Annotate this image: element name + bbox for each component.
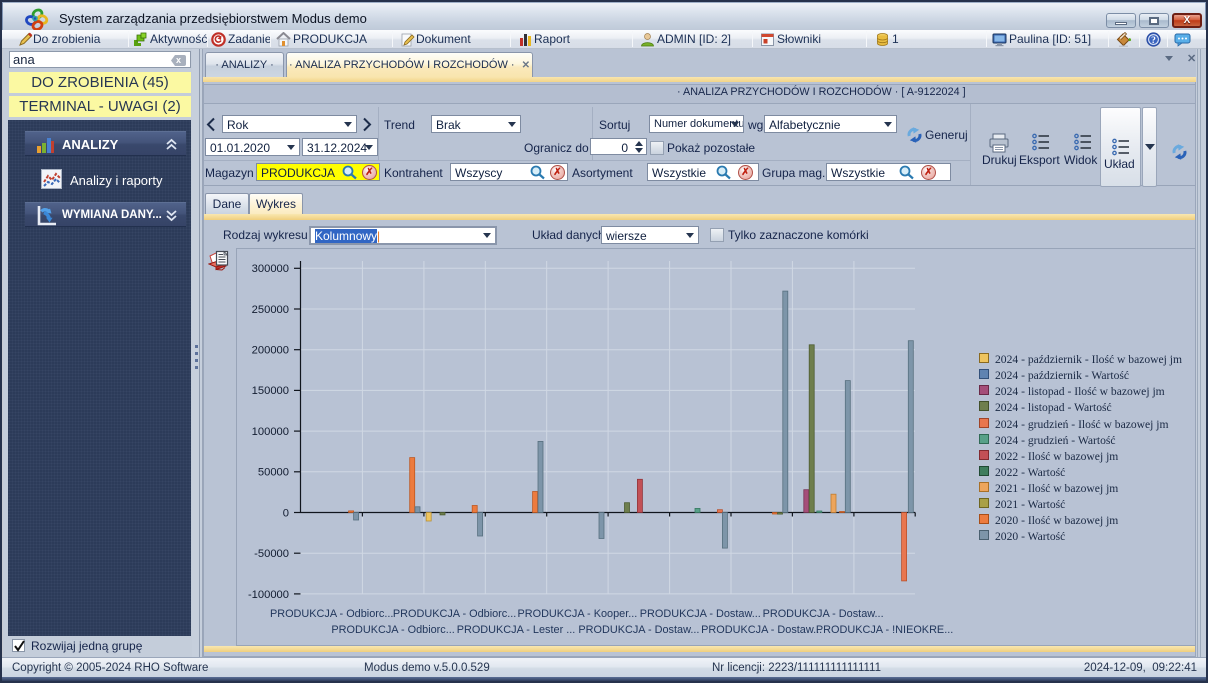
svg-text:250000: 250000 xyxy=(252,304,289,316)
svg-text:150000: 150000 xyxy=(252,385,289,397)
svg-text:50000: 50000 xyxy=(258,467,289,479)
svg-text:PRODUKCJA - Odbiorc...: PRODUKCJA - Odbiorc... xyxy=(331,624,454,636)
svg-text:100000: 100000 xyxy=(252,426,289,438)
svg-text:PRODUKCJA - Odbiorc...: PRODUKCJA - Odbiorc... xyxy=(270,608,393,620)
svg-text:0: 0 xyxy=(283,508,289,520)
svg-text:PRODUKCJA - Kooper...: PRODUKCJA - Kooper... xyxy=(517,608,637,620)
svg-text:300000: 300000 xyxy=(252,263,289,275)
svg-text:-100000: -100000 xyxy=(248,589,289,601)
svg-text:200000: 200000 xyxy=(252,345,289,357)
svg-text:PRODUKCJA - Dostaw...: PRODUKCJA - Dostaw... xyxy=(763,608,884,620)
svg-text:PRODUKCJA - Dostaw...: PRODUKCJA - Dostaw... xyxy=(578,624,699,636)
svg-text:PRODUKCJA - Odbiorc...: PRODUKCJA - Odbiorc... xyxy=(393,608,516,620)
svg-text:?: ? xyxy=(1151,36,1156,46)
svg-text:PRODUKCJA - Dostaw...: PRODUKCJA - Dostaw... xyxy=(701,624,822,636)
svg-text:PRODUKCJA - Dostaw...: PRODUKCJA - Dostaw... xyxy=(640,608,761,620)
svg-text:-50000: -50000 xyxy=(254,548,289,560)
svg-text:PRODUKCJA - Lester ...: PRODUKCJA - Lester ... xyxy=(457,624,576,636)
svg-text:PRODUKCJA - !NIEOKRE...: PRODUKCJA - !NIEOKRE... xyxy=(816,624,953,636)
